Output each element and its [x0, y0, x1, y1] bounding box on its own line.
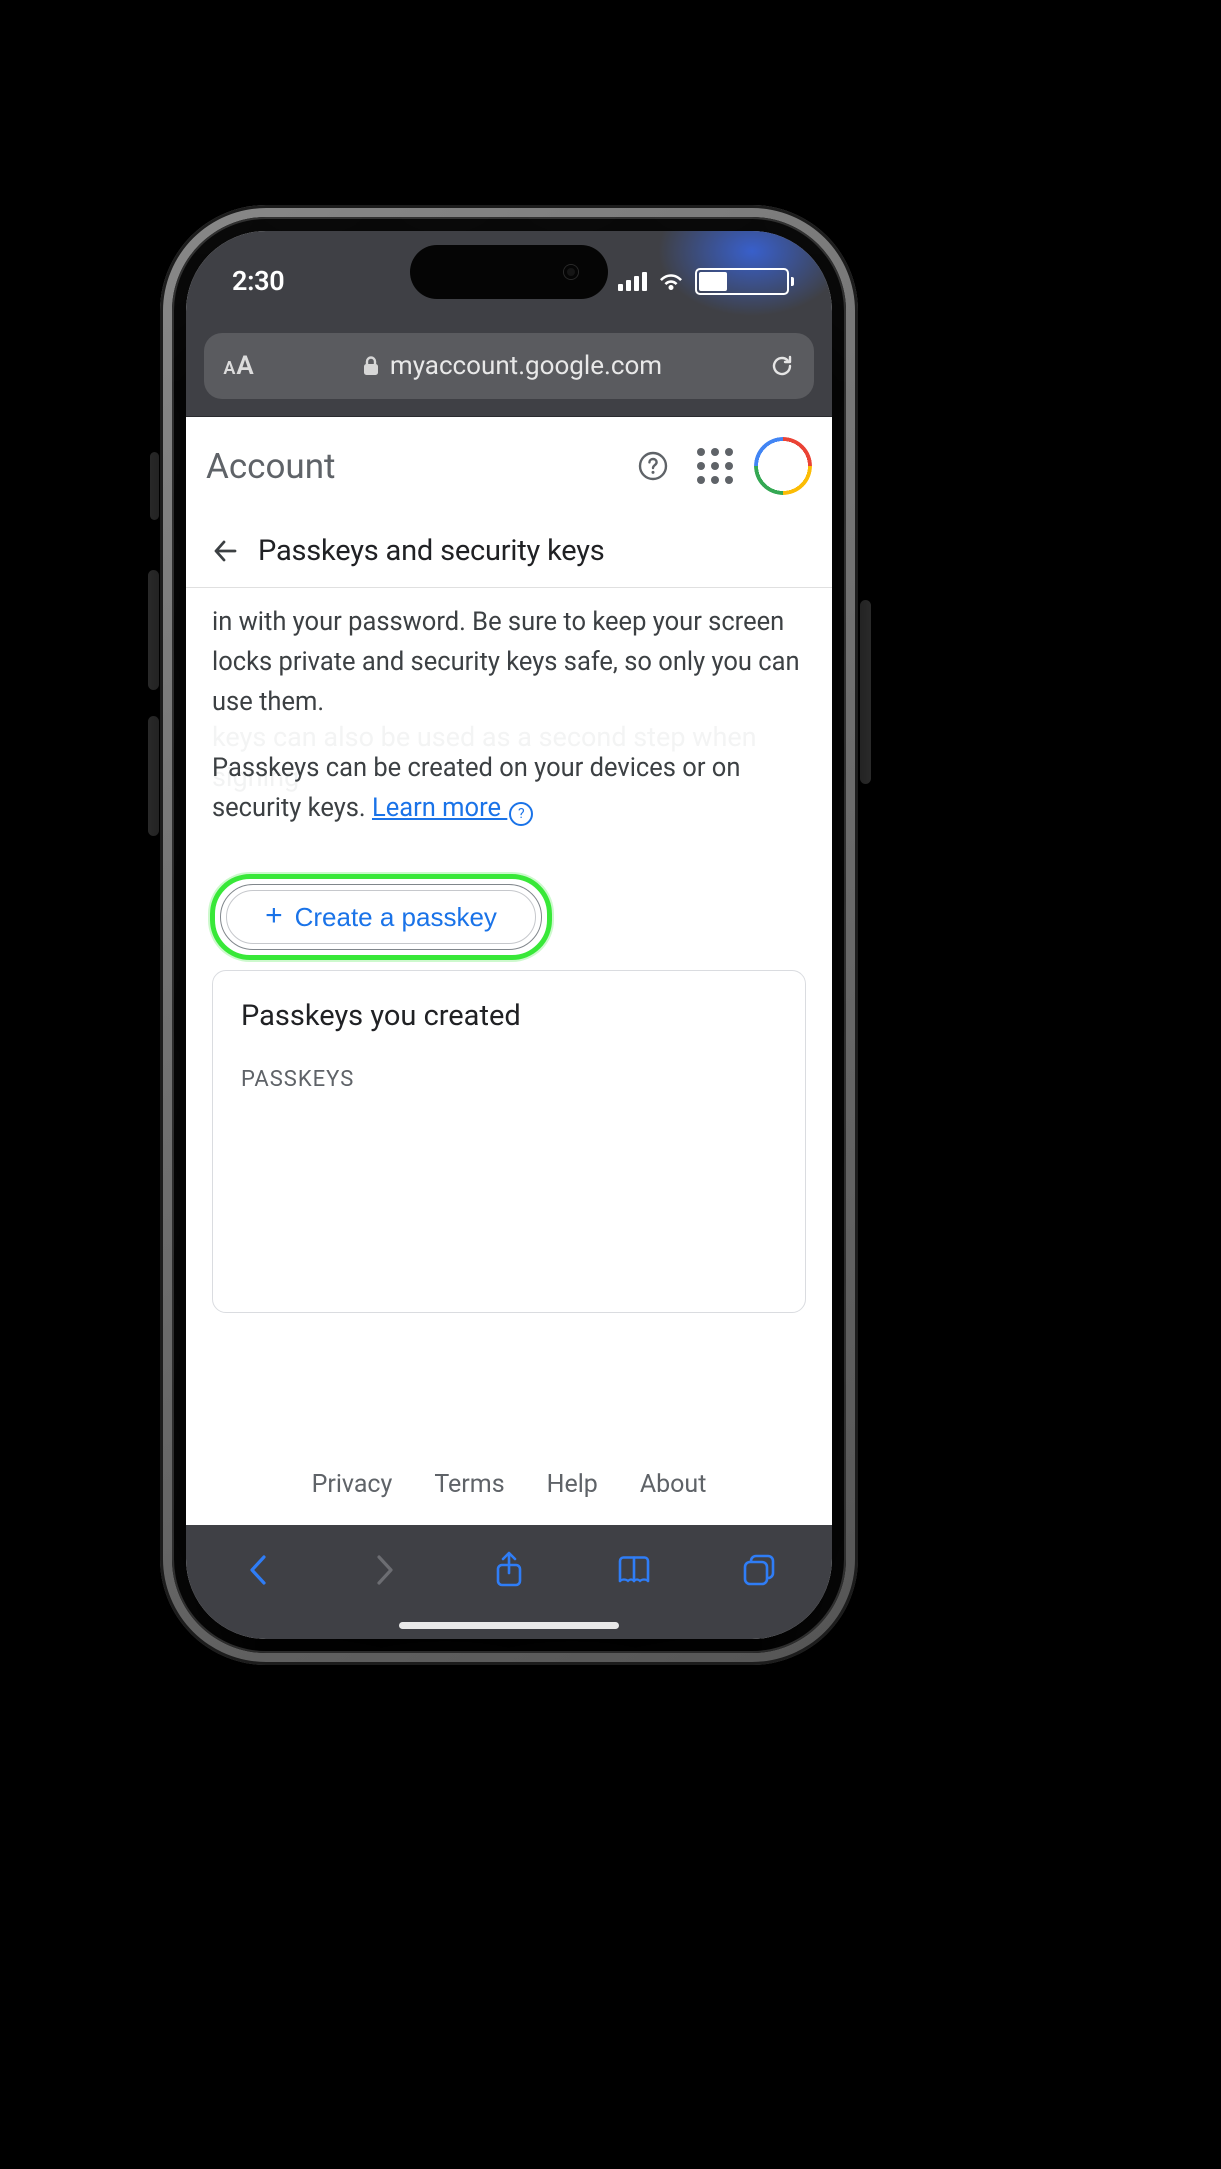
phone-power-button [860, 600, 871, 784]
card-heading: Passkeys you created [241, 999, 777, 1033]
nav-forward-button [360, 1546, 408, 1594]
footer-privacy-link[interactable]: Privacy [312, 1470, 393, 1499]
phone-frame: 2:30 AA [160, 205, 858, 1665]
page-footer: Privacy Terms Help About [186, 1470, 832, 1499]
tabs-button[interactable] [735, 1546, 783, 1594]
phone-volume-up [148, 570, 159, 690]
reload-button[interactable] [750, 352, 814, 380]
cellular-signal-icon [618, 271, 647, 291]
url-host: myaccount.google.com [390, 351, 662, 381]
dynamic-island [410, 245, 608, 299]
intro-paragraph-2: Passkeys can be created on your devices … [212, 748, 806, 828]
sub-header: Passkeys and security keys [186, 515, 832, 588]
google-header: Account [186, 417, 832, 515]
passkeys-card: Passkeys you created PASSKEYS [212, 970, 806, 1313]
lock-icon [362, 355, 380, 377]
account-avatar[interactable] [754, 437, 812, 495]
address-bar[interactable]: AA myaccount.google.com [204, 333, 814, 399]
share-button[interactable] [485, 1546, 533, 1594]
footer-about-link[interactable]: About [640, 1470, 707, 1499]
create-passkey-label: Create a passkey [295, 902, 497, 933]
create-passkey-highlight: + Create a passkey [212, 876, 550, 958]
plus-icon: + [265, 899, 283, 933]
learn-more-link[interactable]: Learn more ? [372, 793, 533, 823]
sub-header-title: Passkeys and security keys [258, 534, 605, 568]
google-apps-icon[interactable] [692, 443, 738, 489]
text-size-button[interactable]: AA [204, 351, 274, 381]
create-passkey-button[interactable]: + Create a passkey [220, 884, 542, 950]
wifi-icon [657, 271, 685, 291]
phone-silence-switch [150, 452, 159, 520]
home-indicator[interactable] [399, 1622, 619, 1629]
bookmarks-button[interactable] [610, 1546, 658, 1594]
back-arrow-icon[interactable] [210, 536, 240, 566]
page-content: Account [186, 417, 832, 1525]
intro-paragraph-1: in with your password. Be sure to keep y… [212, 602, 806, 722]
footer-help-link[interactable]: Help [547, 1470, 598, 1499]
learn-more-help-icon: ? [509, 802, 533, 826]
footer-terms-link[interactable]: Terms [434, 1470, 504, 1499]
card-section-label: PASSKEYS [241, 1067, 777, 1092]
help-icon[interactable] [630, 443, 676, 489]
app-title: Account [206, 446, 336, 487]
phone-volume-down [148, 716, 159, 836]
battery-icon [695, 268, 794, 295]
nav-back-button[interactable] [235, 1546, 283, 1594]
status-time: 2:30 [232, 265, 284, 297]
